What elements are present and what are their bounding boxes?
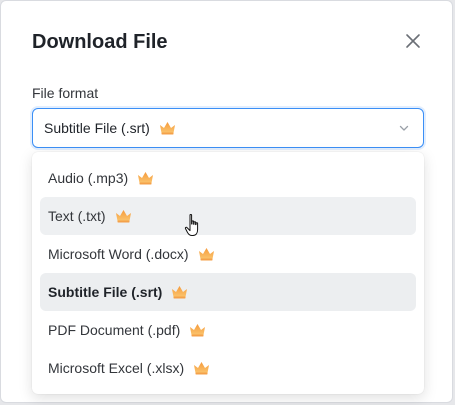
option-pdf[interactable]: PDF Document (.pdf) bbox=[40, 311, 416, 349]
selected-format-value: Subtitle File (.srt) bbox=[44, 120, 150, 136]
option-label: Microsoft Word (.docx) bbox=[48, 246, 189, 262]
crown-icon bbox=[115, 210, 131, 223]
crown-icon bbox=[159, 122, 175, 135]
crown-icon bbox=[194, 362, 210, 375]
hand-pointer-cursor-icon bbox=[184, 214, 199, 236]
option-label: Microsoft Excel (.xlsx) bbox=[48, 360, 185, 376]
option-excel-xlsx[interactable]: Microsoft Excel (.xlsx) bbox=[40, 349, 416, 387]
option-label: Text (.txt) bbox=[48, 208, 106, 224]
crown-icon bbox=[138, 172, 154, 185]
option-word-docx[interactable]: Microsoft Word (.docx) bbox=[40, 235, 416, 273]
crown-icon bbox=[198, 248, 214, 261]
option-text-txt[interactable]: Text (.txt) bbox=[40, 197, 416, 235]
crown-icon bbox=[172, 286, 188, 299]
download-file-dialog: Download File File format Subtitle File … bbox=[0, 0, 453, 403]
dialog-title: Download File bbox=[32, 31, 168, 53]
file-format-dropdown-menu: Audio (.mp3) Text (.txt) Microsoft Word … bbox=[32, 152, 424, 394]
option-audio-mp3[interactable]: Audio (.mp3) bbox=[40, 159, 416, 197]
option-label: Audio (.mp3) bbox=[48, 170, 129, 186]
option-label: Subtitle File (.srt) bbox=[48, 284, 163, 300]
file-format-label: File format bbox=[32, 85, 99, 101]
file-format-select[interactable]: Subtitle File (.srt) bbox=[32, 108, 424, 148]
close-icon[interactable] bbox=[403, 31, 423, 51]
option-label: PDF Document (.pdf) bbox=[48, 322, 181, 338]
chevron-down-icon bbox=[399, 125, 409, 131]
crown-icon bbox=[190, 324, 206, 337]
option-subtitle-srt[interactable]: Subtitle File (.srt) bbox=[40, 273, 416, 311]
